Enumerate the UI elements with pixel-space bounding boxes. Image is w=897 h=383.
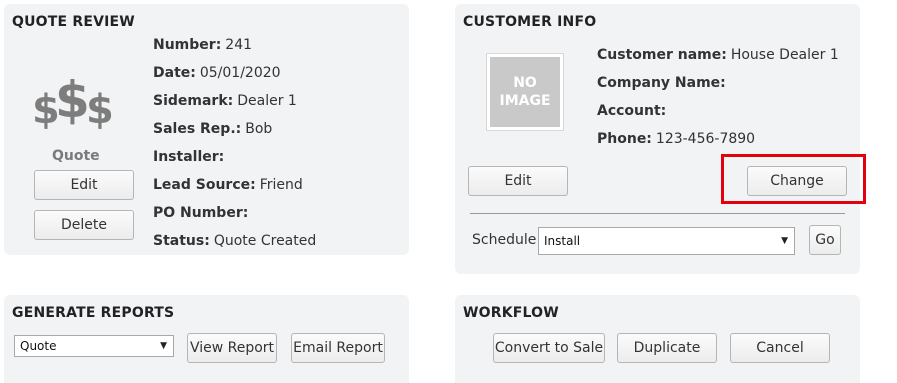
schedule-label: Schedule: — [472, 232, 542, 248]
quote-field-date: Date: 05/01/2020 — [153, 65, 281, 81]
change-button-highlight — [721, 154, 866, 204]
dropdown-arrow-icon: ▼ — [160, 341, 167, 351]
svg-text:$: $ — [86, 87, 114, 132]
field-value: 241 — [225, 37, 253, 53]
quote-type-label: Quote — [52, 148, 100, 164]
field-value: House Dealer 1 — [730, 47, 839, 63]
field-label: Number: — [153, 37, 222, 53]
dropdown-arrow-icon: ▼ — [781, 236, 788, 246]
no-image-placeholder: NO IMAGE — [487, 54, 563, 130]
report-type-select-value: Quote — [20, 339, 57, 353]
field-value: 123-456-7890 — [655, 131, 756, 147]
field-value: Bob — [245, 121, 273, 137]
dollar-signs-icon: $ $ $ — [32, 76, 114, 132]
customer-info-title: CUSTOMER INFO — [463, 14, 597, 30]
field-label: Sales Rep.: — [153, 121, 242, 137]
schedule-select-value: Install — [544, 234, 581, 248]
quote-review-title: QUOTE REVIEW — [12, 14, 135, 30]
schedule-go-button[interactable]: Go — [809, 225, 841, 255]
quote-field-sidemark: Sidemark: Dealer 1 — [153, 93, 297, 109]
quote-field-status: Status: Quote Created — [153, 233, 316, 249]
no-image-text-line1: NO — [513, 75, 537, 91]
customer-field-phone: Phone: 123-456-7890 — [597, 131, 755, 147]
customer-edit-button[interactable]: Edit — [468, 166, 568, 196]
email-report-button[interactable]: Email Report — [291, 333, 385, 363]
field-label: Installer: — [153, 149, 225, 165]
convert-to-sale-button[interactable]: Convert to Sale — [493, 333, 605, 363]
field-label: Phone: — [597, 131, 652, 147]
generate-reports-title: GENERATE REPORTS — [12, 305, 175, 321]
no-image-text-line2: IMAGE — [499, 93, 551, 109]
field-label: Lead Source: — [153, 177, 256, 193]
quote-field-number: Number: 241 — [153, 37, 252, 53]
customer-field-company: Company Name: — [597, 75, 730, 91]
customer-field-name: Customer name: House Dealer 1 — [597, 47, 839, 63]
duplicate-button[interactable]: Duplicate — [617, 333, 717, 363]
field-value: 05/01/2020 — [199, 65, 281, 81]
field-value: Friend — [259, 177, 303, 193]
quote-field-po-number: PO Number: — [153, 205, 252, 221]
customer-field-account: Account: — [597, 103, 670, 119]
svg-text:$: $ — [55, 76, 90, 129]
quote-edit-button[interactable]: Edit — [34, 170, 134, 200]
view-report-button[interactable]: View Report — [187, 333, 277, 363]
quote-field-lead-source: Lead Source: Friend — [153, 177, 303, 193]
quote-field-sales-rep: Sales Rep.: Bob — [153, 121, 272, 137]
field-value: Dealer 1 — [237, 93, 297, 109]
customer-divider — [470, 213, 845, 214]
report-type-select[interactable]: Quote ▼ — [14, 335, 174, 357]
quote-delete-button[interactable]: Delete — [34, 210, 134, 240]
field-label: Status: — [153, 233, 210, 249]
field-label: Company Name: — [597, 75, 726, 91]
schedule-select[interactable]: Install ▼ — [538, 227, 795, 255]
field-value: Quote Created — [213, 233, 317, 249]
workflow-title: WORKFLOW — [463, 305, 559, 321]
quote-field-installer: Installer: — [153, 149, 228, 165]
cancel-button[interactable]: Cancel — [730, 333, 830, 363]
field-label: Account: — [597, 103, 667, 119]
field-label: Sidemark: — [153, 93, 234, 109]
field-label: Date: — [153, 65, 196, 81]
field-label: PO Number: — [153, 205, 249, 221]
field-label: Customer name: — [597, 47, 727, 63]
